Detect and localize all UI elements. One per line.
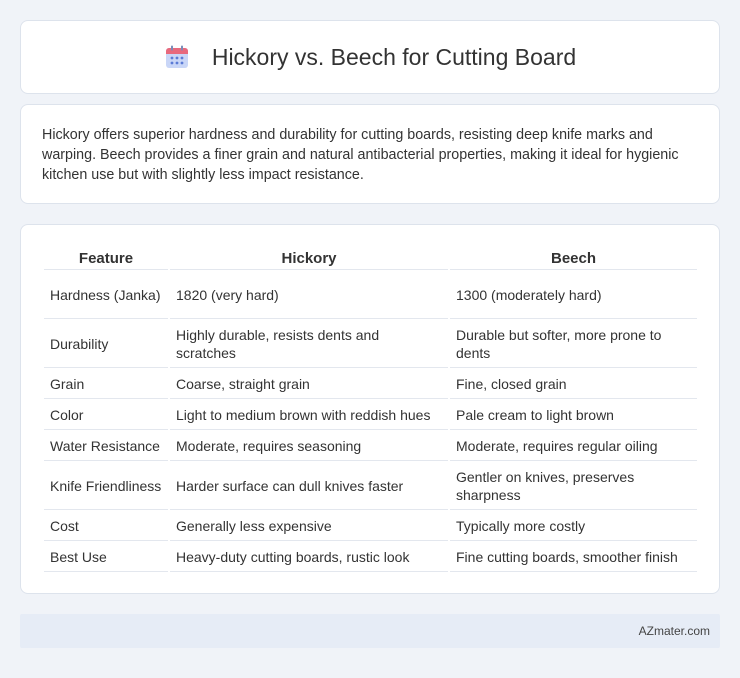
comparison-table: Feature Hickory Beech Hardness (Janka) 1… [42,245,699,574]
page-title: Hickory vs. Beech for Cutting Board [211,43,577,70]
feature-cell: Durability [44,321,168,368]
hickory-cell: Heavy-duty cutting boards, rustic look [170,543,448,572]
hickory-cell: 1820 (very hard) [170,272,448,319]
feature-cell: Color [44,401,168,430]
beech-cell: Fine, closed grain [450,370,697,399]
beech-cell: Gentler on knives, preserves sharpness [450,463,697,510]
hickory-cell: Highly durable, resists dents and scratc… [170,321,448,368]
intro-card: Hickory offers superior hardness and dur… [20,104,720,204]
header-feature: Feature [44,247,168,270]
feature-cell: Grain [44,370,168,399]
feature-cell: Cost [44,512,168,541]
beech-cell: 1300 (moderately hard) [450,272,697,319]
table-row: Best Use Heavy-duty cutting boards, rust… [44,543,697,572]
table-row: Grain Coarse, straight grain Fine, close… [44,370,697,399]
table-header-row: Feature Hickory Beech [44,247,697,270]
footer: AZmater.com [20,614,720,648]
table-row: Durability Highly durable, resists dents… [44,321,697,368]
beech-cell: Typically more costly [450,512,697,541]
hickory-cell: Light to medium brown with reddish hues [170,401,448,430]
beech-cell: Pale cream to light brown [450,401,697,430]
hickory-cell: Generally less expensive [170,512,448,541]
table-row: Hardness (Janka) 1820 (very hard) 1300 (… [44,272,697,319]
feature-cell: Best Use [44,543,168,572]
feature-cell: Knife Friendliness [44,463,168,510]
title-card: Hickory vs. Beech for Cutting Board [20,20,720,94]
hickory-cell: Coarse, straight grain [170,370,448,399]
table-row: Knife Friendliness Harder surface can du… [44,463,697,510]
calendar-icon [164,44,190,70]
beech-cell: Durable but softer, more prone to dents [450,321,697,368]
table-row: Color Light to medium brown with reddish… [44,401,697,430]
header-hickory: Hickory [170,247,448,270]
feature-cell: Water Resistance [44,432,168,461]
header-beech: Beech [450,247,697,270]
intro-text: Hickory offers superior hardness and dur… [42,127,679,183]
table-row: Cost Generally less expensive Typically … [44,512,697,541]
table-row: Water Resistance Moderate, requires seas… [44,432,697,461]
hickory-cell: Moderate, requires seasoning [170,432,448,461]
comparison-card: Feature Hickory Beech Hardness (Janka) 1… [20,224,720,594]
beech-cell: Fine cutting boards, smoother finish [450,543,697,572]
footer-brand-link[interactable]: AZmater.com [639,624,710,638]
beech-cell: Moderate, requires regular oiling [450,432,697,461]
hickory-cell: Harder surface can dull knives faster [170,463,448,510]
feature-cell: Hardness (Janka) [44,272,168,319]
